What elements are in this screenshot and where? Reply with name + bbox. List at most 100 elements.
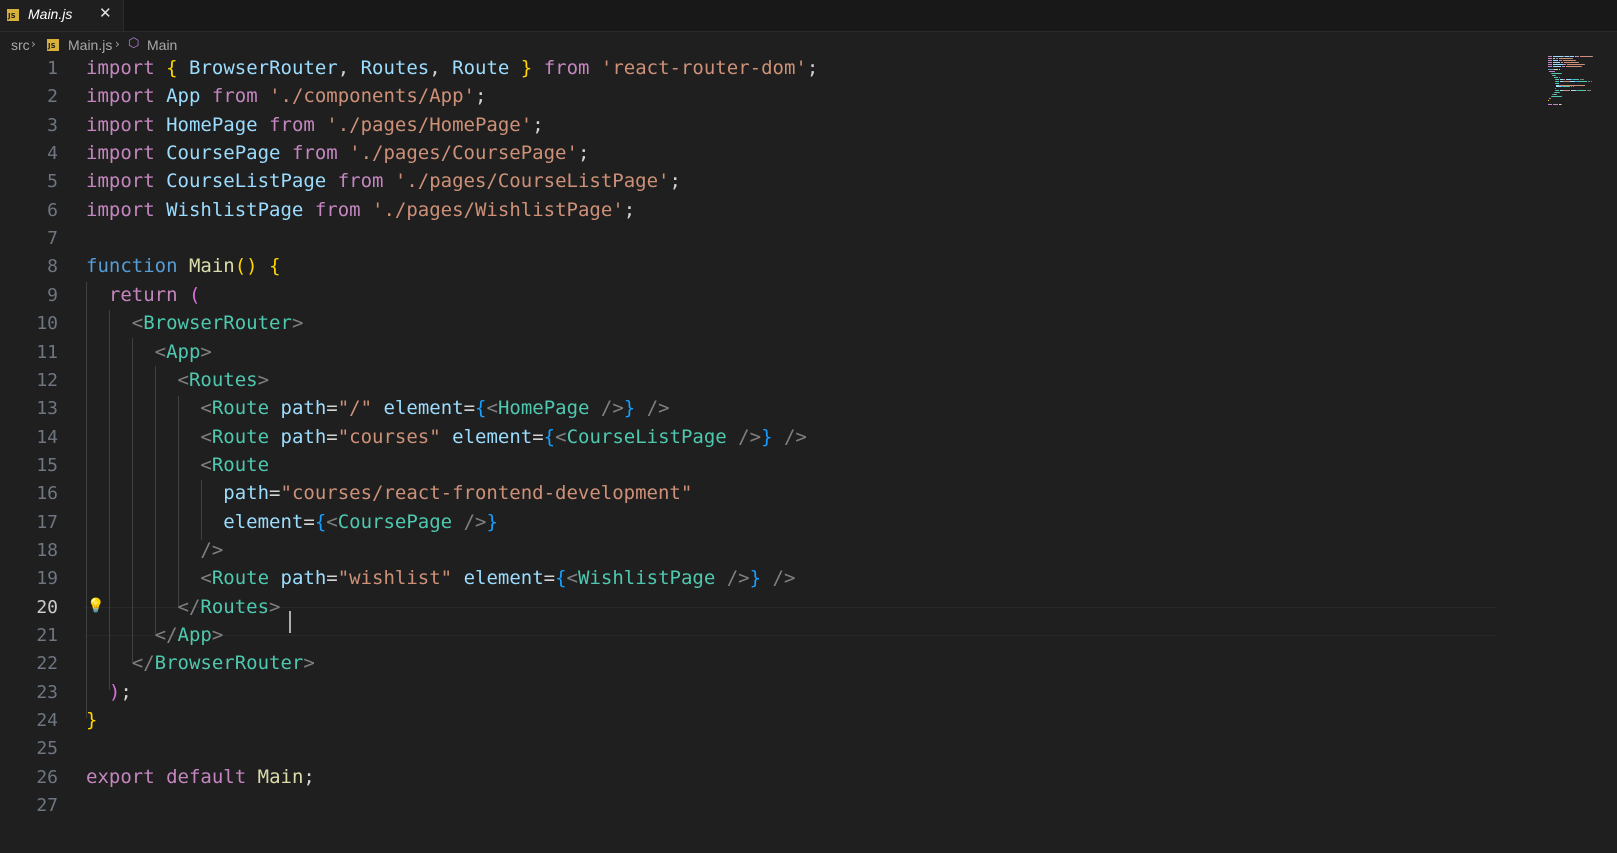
code-line[interactable]: <Route: [86, 451, 269, 480]
code-token: {: [269, 255, 281, 278]
minimap-mark: [1548, 69, 1554, 71]
breadcrumb-item-symbol[interactable]: Main: [147, 37, 177, 53]
code-line[interactable]: </Routes>: [86, 593, 281, 622]
minimap-mark: [1562, 65, 1565, 67]
minimap-mark: [1564, 61, 1579, 63]
chevron-right-icon: ›: [31, 37, 36, 51]
code-line[interactable]: export default Main;: [86, 763, 315, 792]
code-line[interactable]: <Routes>: [86, 366, 270, 395]
minimap-mark: [1548, 99, 1549, 101]
code-line[interactable]: <BrowserRouter>: [86, 309, 304, 338]
code-line[interactable]: import CoursePage from './pages/CoursePa…: [86, 139, 589, 168]
code-line[interactable]: </BrowserRouter>: [86, 649, 315, 678]
minimap-mark: [1555, 80, 1560, 82]
javascript-file-icon: JS: [7, 9, 19, 21]
code-line[interactable]: <App>: [86, 338, 212, 367]
minimap-mark: [1575, 59, 1576, 61]
code-line[interactable]: import HomePage from './pages/HomePage';: [86, 111, 544, 140]
close-icon[interactable]: ✕: [99, 4, 112, 22]
current-line-highlight: [84, 607, 1497, 636]
line-number: 13: [36, 398, 58, 420]
code-token: <: [326, 510, 338, 533]
line-number: 3: [47, 114, 58, 136]
code-line[interactable]: />: [86, 536, 223, 565]
code-line[interactable]: return (: [86, 281, 201, 310]
code-line[interactable]: import App from './components/App';: [86, 82, 486, 111]
minimap[interactable]: [1548, 56, 1617, 116]
code-token: =: [269, 482, 281, 505]
code-line[interactable]: );: [86, 678, 132, 707]
code-line[interactable]: element={<CoursePage />}: [86, 508, 498, 537]
line-number: 26: [36, 766, 58, 788]
minimap-mark: [1566, 63, 1584, 65]
minimap-mark: [1558, 76, 1560, 78]
tab-main-js[interactable]: JS Main.js ✕: [0, 0, 124, 31]
code-token: }: [520, 57, 533, 79]
breadcrumb-item-src[interactable]: src: [11, 37, 30, 53]
code-token: =: [326, 567, 338, 590]
minimap-mark: [1562, 59, 1576, 61]
code-token: />: [646, 397, 670, 420]
code-token: Route: [211, 567, 270, 590]
minimap-mark: [1552, 57, 1555, 59]
code-token: "/": [337, 397, 373, 420]
code-token: }: [761, 425, 773, 448]
line-number: 7: [47, 228, 58, 250]
breadcrumb-item-file[interactable]: Main.js: [68, 37, 112, 53]
minimap-mark: [1559, 57, 1572, 59]
code-line[interactable]: function Main() {: [86, 252, 281, 281]
minimap-mark: [1552, 103, 1558, 105]
code-token: />: [200, 538, 224, 561]
code-line[interactable]: <Route path="courses" element={<CourseLi…: [86, 423, 806, 452]
code-line[interactable]: import { BrowserRouter, Routes, Route } …: [86, 54, 818, 83]
code-token: <: [486, 397, 498, 420]
line-number: 21: [36, 625, 58, 646]
code-token: >: [200, 340, 212, 363]
code-token: ): [108, 680, 121, 703]
code-line[interactable]: <Route path="wishlist" element={<Wishlis…: [86, 564, 795, 593]
minimap-mark: [1560, 73, 1562, 75]
code-token: import: [86, 198, 155, 221]
code-token: path: [280, 397, 327, 420]
code-line[interactable]: <Route path="/" element={<HomePage />} /…: [86, 394, 670, 423]
minimap-mark: [1563, 80, 1570, 82]
minimap-mark: [1548, 57, 1553, 59]
line-number: 17: [36, 511, 58, 533]
code-token: CoursePage: [166, 142, 281, 165]
minimap-mark: [1550, 97, 1551, 99]
code-line[interactable]: import CourseListPage from './pages/Cour…: [86, 167, 681, 196]
code-token: =: [532, 425, 544, 448]
code-token: {: [475, 397, 487, 420]
minimap-mark: [1555, 57, 1559, 59]
minimap-mark: [1548, 56, 1553, 57]
code-line[interactable]: </App>: [86, 621, 224, 650]
code-token: >: [269, 595, 281, 618]
code-line[interactable]: }: [86, 706, 97, 735]
code-token: import: [86, 57, 155, 79]
code-line[interactable]: path="courses/react-frontend-development…: [86, 479, 692, 508]
code-line[interactable]: import WishlistPage from './pages/Wishli…: [86, 196, 635, 225]
code-token: </: [177, 595, 201, 618]
minimap-mark: [1554, 56, 1564, 57]
minimap-mark: [1559, 84, 1586, 86]
line-number: 20: [36, 596, 58, 618]
minimap-mark: [1578, 61, 1579, 63]
